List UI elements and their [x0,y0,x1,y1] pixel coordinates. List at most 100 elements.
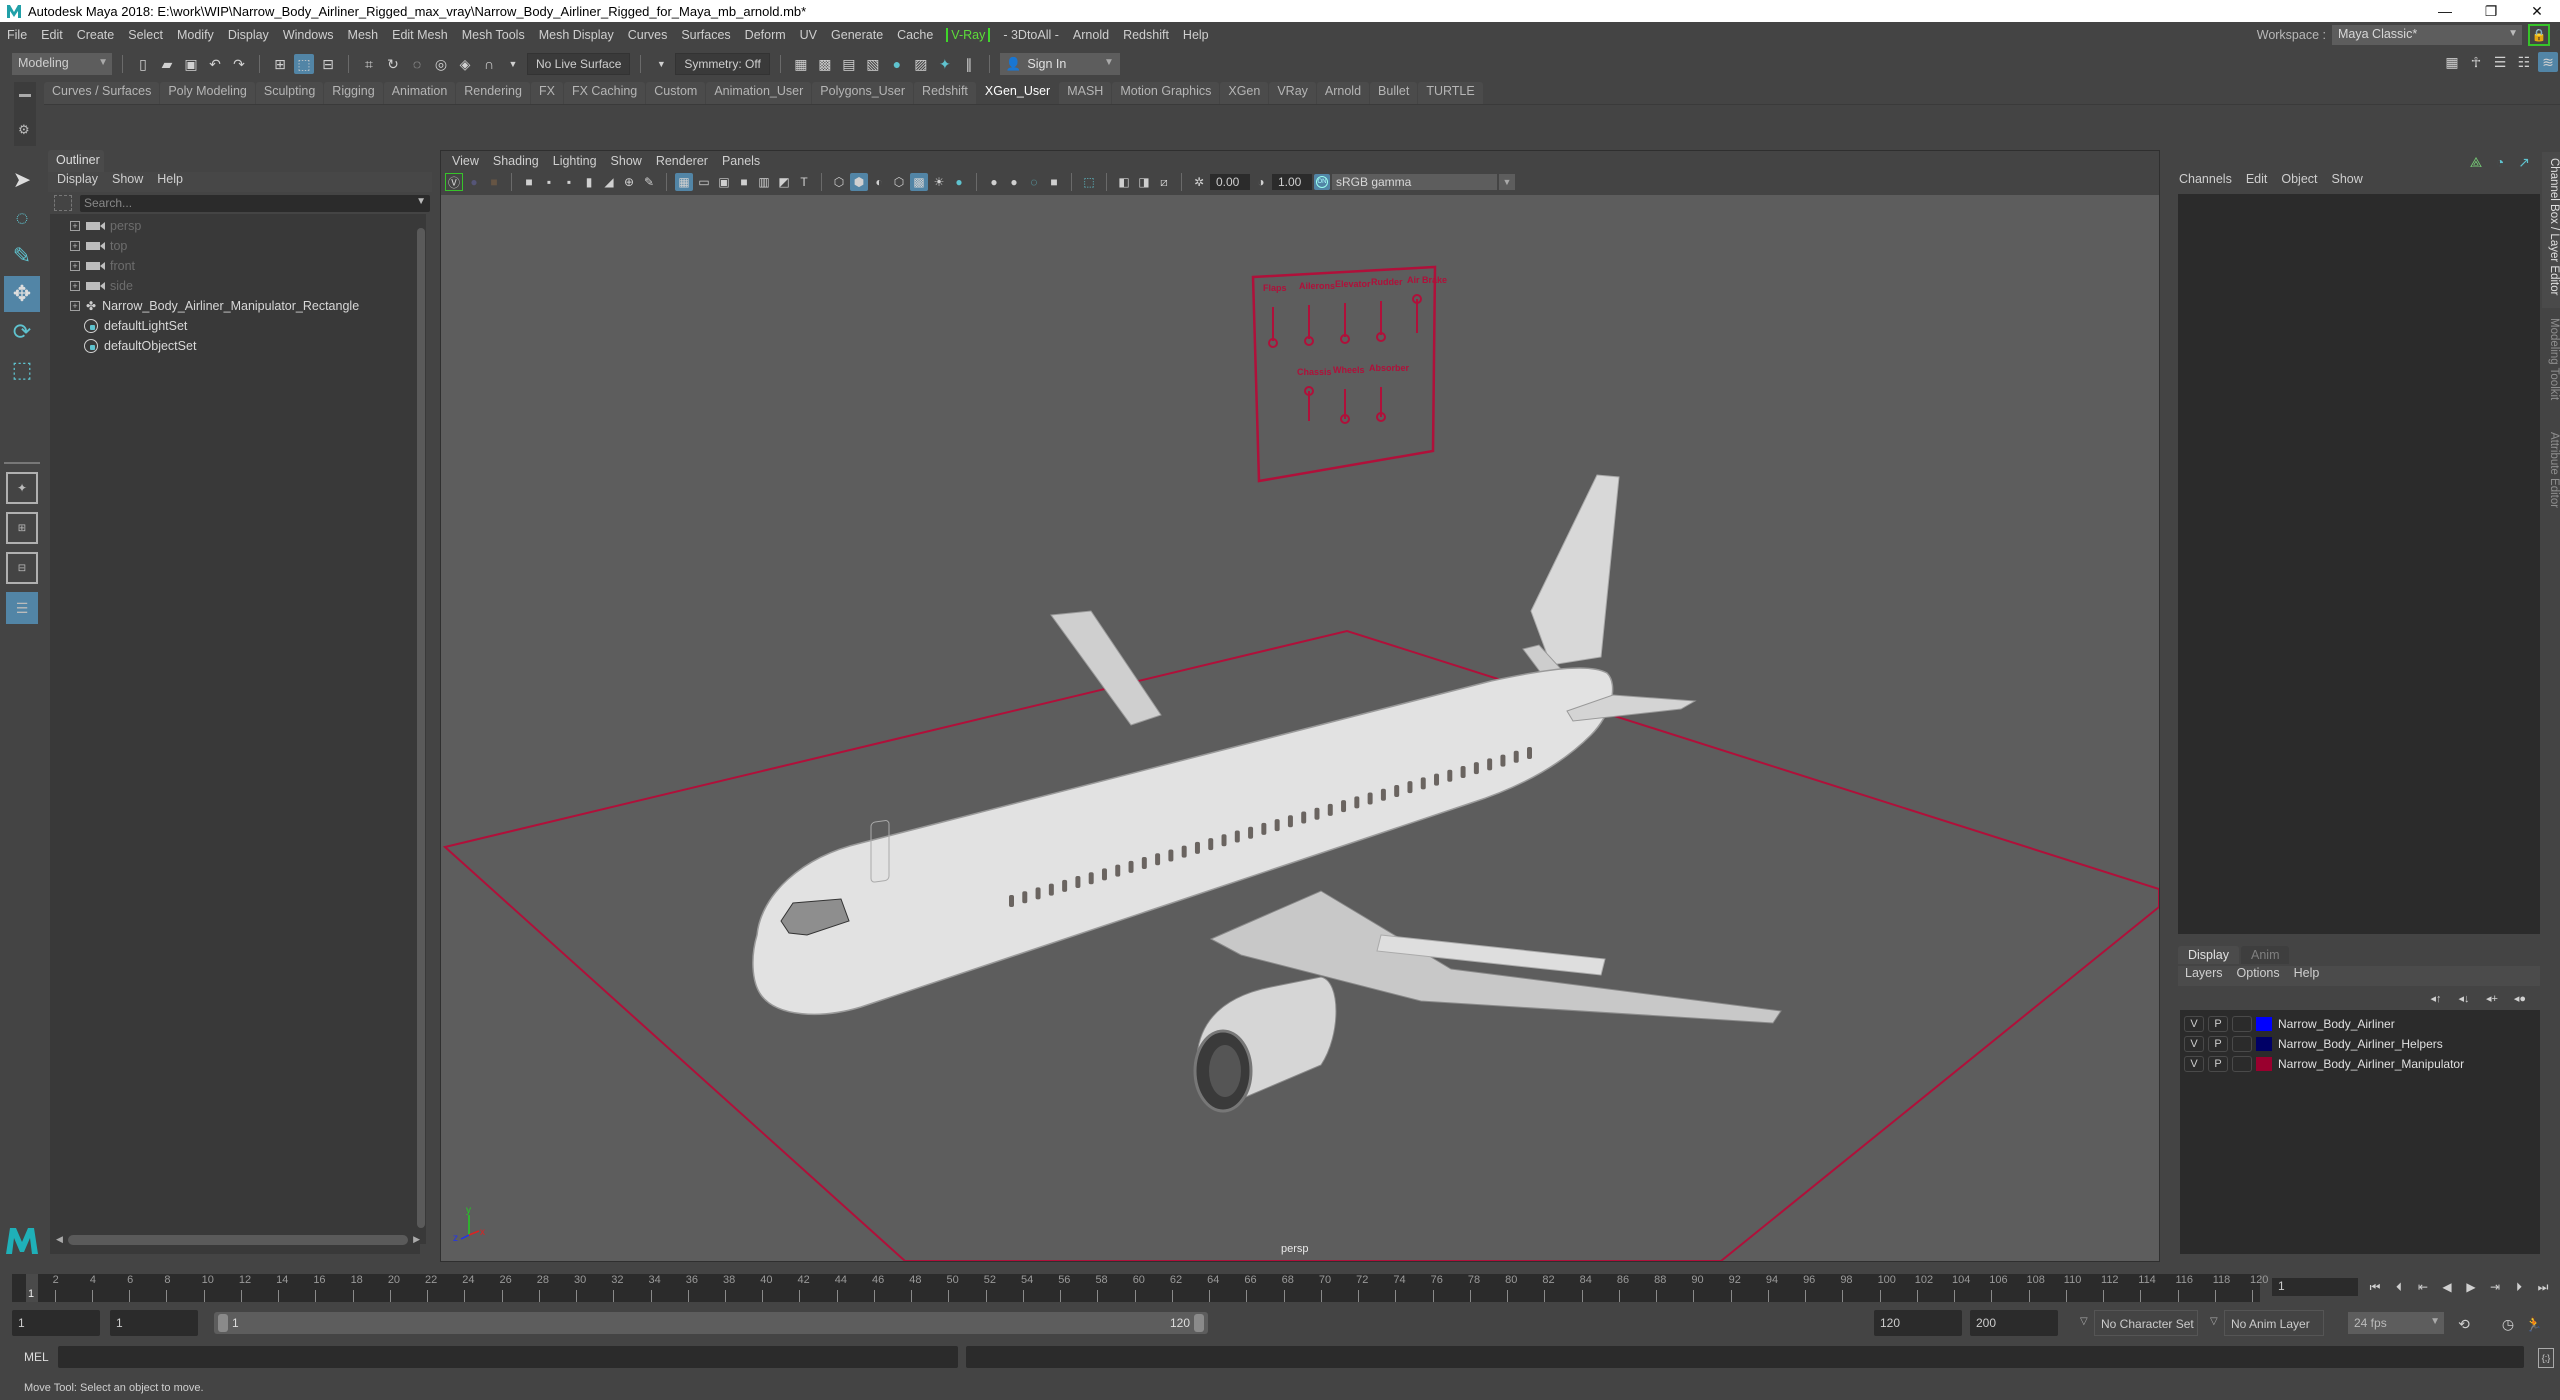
scroll-right-icon[interactable]: ▶ [413,1234,420,1245]
rig-control-panel[interactable]: Flaps Ailerons Elevator Rudder Air Brake Chas… [1251,265,1447,483]
manipulator-icon[interactable]: ⟁ [2466,152,2486,172]
render-setup-icon[interactable]: ▨ [911,54,931,74]
animation-preferences-icon[interactable]: 🏃 [2524,1314,2544,1334]
options-menu[interactable]: Options [2230,966,2287,986]
edit-menu[interactable]: Edit [2239,172,2275,186]
field-chart-icon[interactable]: ▥ [755,173,773,191]
outliner-search-input[interactable]: Search... [80,194,430,212]
time-slider-track[interactable]: 2 4 6 8 10 12 14 16 18 20 22 24 26 28 30 32 34 36 38 40 42 44… [12,1274,2268,1302]
depth-of-field-icon[interactable]: ■ [1045,173,1063,191]
menu-create[interactable]: Create [70,28,122,42]
visibility-toggle[interactable]: V [2184,1036,2204,1052]
redo-icon[interactable]: ↷ [229,54,249,74]
undo-icon[interactable]: ↶ [205,54,225,74]
shelf-tab-bullet[interactable]: Bullet [1370,82,1418,104]
move-layer-down-icon[interactable]: ◂↓ [2454,988,2474,1008]
outliner-item-side[interactable]: + side [70,276,133,296]
menu-uv[interactable]: UV [793,28,824,42]
shelf-tab-arnold[interactable]: Arnold [1316,82,1370,104]
shelf-tab-fx-caching[interactable]: FX Caching [563,82,646,104]
display-type-toggle[interactable] [2232,1016,2252,1032]
menu-set-dropdown[interactable]: Modeling [12,53,112,75]
shelf-tab-animation-user[interactable]: Animation_User [706,82,812,104]
shelf-tab-polygons-user[interactable]: Polygons_User [812,82,914,104]
new-scene-icon[interactable]: ▯ [133,54,153,74]
viewport-menu-panels[interactable]: Panels [715,154,767,168]
playback-toggle[interactable]: P [2208,1036,2228,1052]
vray-sphere-icon[interactable]: ● [465,173,483,191]
current-time-indicator[interactable]: 1 [26,1274,38,1302]
expand-icon[interactable]: + [70,261,80,271]
shelf-tab-motion-graphics[interactable]: Motion Graphics [1112,82,1220,104]
step-back-key-icon[interactable]: ⇤ [2414,1278,2432,1296]
outliner-item-manipulator-rectangle[interactable]: + ✤ Narrow_Body_Airliner_Manipulator_Rec… [70,296,359,316]
light-editor-icon[interactable]: ✦ [935,54,955,74]
snap-grid-icon[interactable]: ⌗ [359,54,379,74]
shelf-tab-xgen-user[interactable]: XGen_User [976,82,1059,104]
safe-title-icon[interactable]: T [795,173,813,191]
fps-dropdown[interactable]: 24 fps [2348,1312,2444,1334]
dropdown-arrow-icon[interactable]: ▼ [651,54,671,74]
playback-toggle[interactable]: P [2208,1056,2228,1072]
shelf-tab-turtle[interactable]: TURTLE [1418,82,1483,104]
vray-ipr-icon[interactable]: Ⓥ [445,173,463,191]
menu-generate[interactable]: Generate [824,28,890,42]
character-controls-icon[interactable]: ☥ [2466,52,2486,72]
wireframe-icon[interactable]: ⬡ [830,173,848,191]
menu-deform[interactable]: Deform [738,28,793,42]
filter-icon[interactable] [54,195,72,211]
workspace-lock-icon[interactable]: 🔒 [2528,24,2550,46]
scrollbar-thumb[interactable] [68,1235,408,1245]
tool-settings-icon[interactable]: ☷ [2514,52,2534,72]
auto-key-icon[interactable]: ◷ [2498,1314,2518,1334]
select-hierarchy-icon[interactable]: ⊞ [270,54,290,74]
shelf-tab-animation[interactable]: Animation [383,82,456,104]
tab-display[interactable]: Display [2178,946,2239,964]
move-layer-up-icon[interactable]: ◂↑ [2426,988,2446,1008]
layer-color-swatch[interactable] [2256,1037,2272,1051]
tab-anim[interactable]: Anim [2241,946,2290,964]
lasso-tool-icon[interactable]: ◌ [4,200,40,236]
viewport-menu-renderer[interactable]: Renderer [649,154,715,168]
range-slider-bar[interactable]: 1 120 [214,1312,1208,1334]
snap-point-icon[interactable]: ◌ [407,54,427,74]
menu-mesh-display[interactable]: Mesh Display [532,28,621,42]
select-component-icon[interactable]: ⊟ [318,54,338,74]
outliner-menu-display[interactable]: Display [50,172,105,192]
play-backwards-icon[interactable]: ◀ [2438,1278,2456,1296]
four-view-layout-icon[interactable]: ⊞ [6,512,38,544]
vray-frame-icon[interactable]: ■ [485,173,503,191]
range-end-handle[interactable] [1194,1314,1204,1332]
anim-layer-dropdown[interactable]: No Anim Layer [2224,1310,2324,1336]
snap-magnet-icon[interactable]: ∩ [479,54,499,74]
shelf-tab-sculpting[interactable]: Sculpting [255,82,324,104]
step-forward-key-icon[interactable]: ⇥ [2486,1278,2504,1296]
paint-select-tool-icon[interactable]: ✎ [4,238,40,274]
character-set-arrow-icon[interactable]: ▽ [2080,1316,2088,1327]
shelf-tab-mash[interactable]: MASH [1059,82,1112,104]
minimize-button[interactable]: — [2422,0,2468,22]
viewport-menu-view[interactable]: View [445,154,486,168]
menu-select[interactable]: Select [121,28,170,42]
two-pane-layout-icon[interactable]: ⊟ [6,552,38,584]
playback-start-field[interactable]: 1 [110,1310,198,1336]
animation-end-field[interactable]: 200 [1970,1310,2058,1336]
viewport-3d-canvas[interactable]: Flaps Ailerons Elevator Rudder Air Brake Chas… [441,195,2159,1261]
expand-icon[interactable]: + [70,241,80,251]
outliner-menu-help[interactable]: Help [150,172,190,192]
render-settings-icon[interactable]: ▦ [791,54,811,74]
outliner-menu-show[interactable]: Show [105,172,150,192]
outliner-item-default-object-set[interactable]: defaultObjectSet [84,336,196,356]
ipr-render-icon[interactable]: ▤ [839,54,859,74]
shelf-tab-xgen[interactable]: XGen [1220,82,1269,104]
textured-icon[interactable]: ▩ [910,173,928,191]
menu-file[interactable]: File [0,28,34,42]
expand-icon[interactable]: + [70,221,80,231]
scrollbar-thumb[interactable] [417,228,425,1228]
snap-live-icon[interactable]: ◈ [455,54,475,74]
playback-end-field[interactable]: 120 [1874,1310,1962,1336]
shelf-tab-redshift[interactable]: Redshift [914,82,976,104]
rotate-tool-icon[interactable]: ⟳ [4,314,40,350]
smooth-shade-icon[interactable]: ⬢ [850,173,868,191]
shelf-tab-vray[interactable]: VRay [1269,82,1316,104]
